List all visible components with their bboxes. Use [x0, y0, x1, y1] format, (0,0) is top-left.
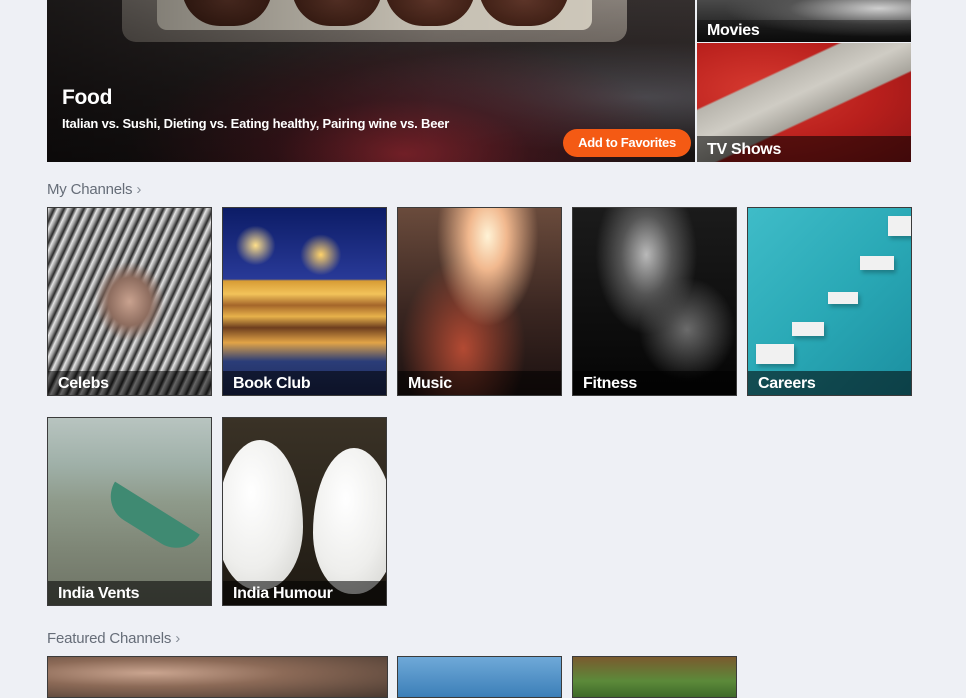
- my-channels-heading[interactable]: My Channels ›: [47, 181, 141, 198]
- hero-title: Food: [62, 86, 113, 109]
- stair-step: [792, 322, 824, 336]
- tile-label: Celebs: [48, 371, 211, 395]
- channel-tile-careers[interactable]: Careers: [747, 207, 912, 396]
- featured-channel-tile[interactable]: [397, 656, 562, 698]
- add-to-favorites-button[interactable]: Add to Favorites: [563, 129, 691, 157]
- tile-label: Music: [398, 371, 561, 395]
- tile-label: Movies: [697, 20, 911, 42]
- chevron-right-icon: ›: [136, 181, 142, 198]
- featured-hero-food[interactable]: Food Italian vs. Sushi, Dieting vs. Eati…: [47, 0, 695, 162]
- channel-tile-book-club[interactable]: Book Club: [222, 207, 387, 396]
- channel-tile-india-humour[interactable]: India Humour: [222, 417, 387, 606]
- tile-label: TV Shows: [697, 136, 911, 162]
- featured-channel-tile[interactable]: [572, 656, 737, 698]
- stair-step: [756, 344, 794, 364]
- section-title: My Channels: [47, 181, 133, 198]
- channel-tile-music[interactable]: Music: [397, 207, 562, 396]
- featured-channels-heading[interactable]: Featured Channels ›: [47, 630, 180, 647]
- channel-tile-celebs[interactable]: Celebs: [47, 207, 212, 396]
- channel-tile-fitness[interactable]: Fitness: [572, 207, 737, 396]
- tile-label: India Vents: [48, 581, 211, 605]
- tile-label: Book Club: [223, 371, 386, 395]
- channel-tile-india-vents[interactable]: India Vents: [47, 417, 212, 606]
- egg-image: [223, 440, 303, 590]
- stair-step: [828, 292, 858, 304]
- egg-image: [313, 448, 386, 594]
- channel-tile-tv-shows[interactable]: TV Shows: [697, 43, 911, 162]
- channel-tile-movies[interactable]: Movies: [697, 0, 911, 42]
- stair-step: [860, 256, 894, 270]
- hero-subtitle: Italian vs. Sushi, Dieting vs. Eating he…: [62, 116, 450, 131]
- tile-label: Fitness: [573, 371, 736, 395]
- boat-image: [100, 481, 200, 559]
- tile-label: India Humour: [223, 581, 386, 605]
- section-title: Featured Channels: [47, 630, 172, 647]
- stair-step: [888, 216, 911, 236]
- chevron-right-icon: ›: [175, 630, 180, 647]
- tile-label: Careers: [748, 371, 911, 395]
- featured-channel-tile[interactable]: [47, 656, 388, 698]
